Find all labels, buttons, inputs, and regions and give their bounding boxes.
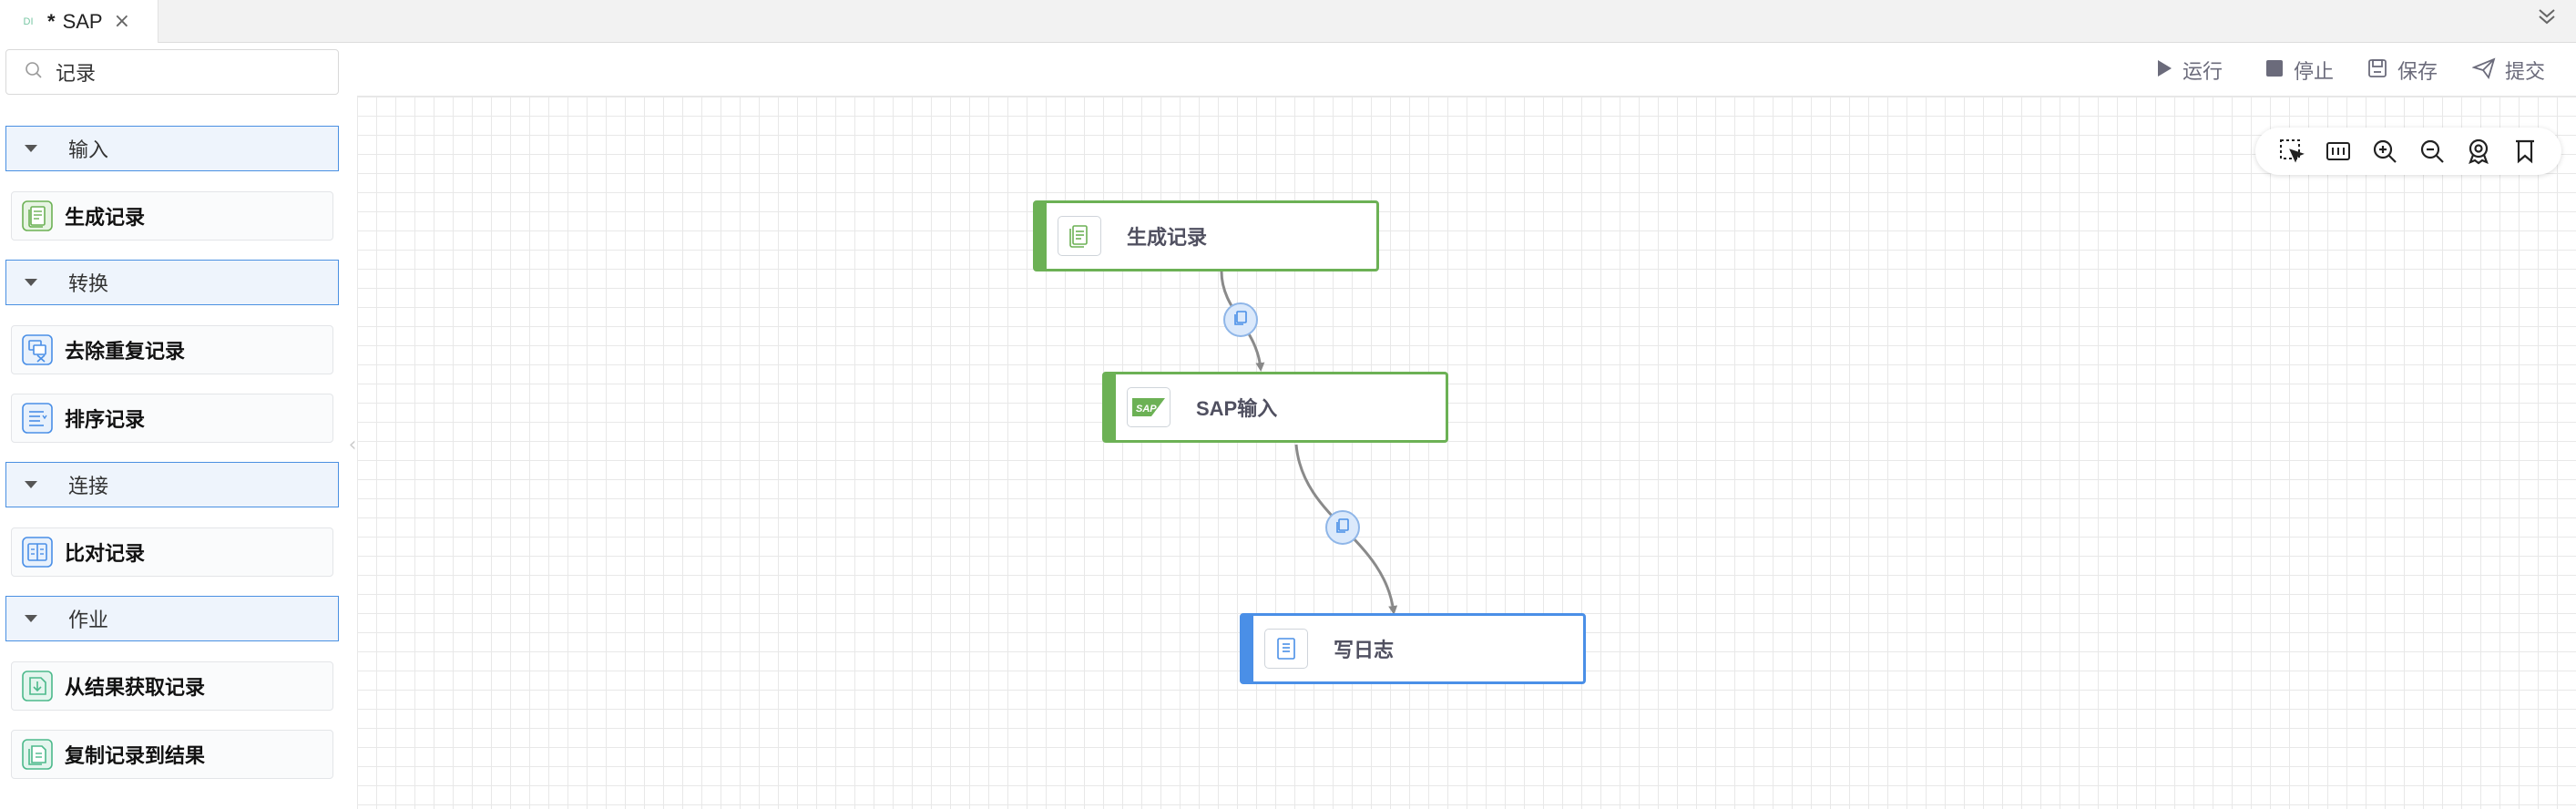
generate-records-icon — [1058, 216, 1101, 256]
node-label: 写日志 — [1334, 639, 1395, 661]
bookmark-icon[interactable] — [2508, 134, 2542, 169]
caret-down-icon — [25, 615, 37, 622]
stop-button[interactable]: 停止 — [2264, 53, 2334, 87]
get-records-from-result-icon — [19, 670, 56, 702]
generate-records-icon — [19, 200, 56, 232]
stop-label: 停止 — [2294, 61, 2335, 84]
close-icon[interactable]: × — [114, 10, 130, 33]
chevron-left-icon: ‹ — [348, 433, 357, 456]
search-box[interactable] — [5, 49, 339, 95]
node-label: SAP输入 — [1196, 397, 1278, 420]
zoom-in-icon[interactable] — [2367, 134, 2402, 169]
palette-item-remove-duplicates[interactable]: 去除重复记录 — [11, 325, 333, 374]
select-icon[interactable] — [2274, 134, 2309, 169]
node-generate-records[interactable]: 生成记录 — [1033, 200, 1379, 271]
tab-bar: DI * SAP × — [0, 0, 2576, 43]
double-chevron-down-icon[interactable] — [2534, 4, 2560, 33]
caret-down-icon — [25, 145, 37, 152]
palette-item-label: 比对记录 — [65, 543, 146, 566]
node-sap-input[interactable]: SAP SAP输入 — [1102, 372, 1448, 443]
write-log-icon — [1264, 629, 1308, 669]
search-input[interactable] — [56, 60, 320, 84]
hop-copy-toggle[interactable] — [1325, 510, 1360, 545]
hop-copy-toggle[interactable] — [1223, 302, 1258, 337]
category-transform[interactable]: 转换 — [5, 260, 339, 305]
send-icon — [2471, 57, 2496, 83]
transformation-file-icon: DI — [23, 15, 34, 27]
category-label: 作业 — [68, 609, 109, 632]
copy-icon — [1334, 517, 1352, 538]
category-job[interactable]: 作业 — [5, 596, 339, 641]
locate-icon[interactable] — [2461, 134, 2496, 169]
palette-item-copy-records-to-result[interactable]: 复制记录到结果 — [11, 730, 333, 779]
category-label: 输入 — [68, 139, 109, 162]
save-button[interactable]: 保存 — [2366, 53, 2438, 87]
node-write-log[interactable]: 写日志 — [1240, 613, 1586, 684]
play-icon — [2155, 58, 2173, 82]
tab-modified-marker: * — [47, 9, 56, 33]
save-label: 保存 — [2397, 61, 2438, 84]
palette-item-label: 去除重复记录 — [65, 341, 186, 364]
palette-item-compare-records[interactable]: 比对记录 — [11, 527, 333, 577]
category-label: 连接 — [68, 476, 109, 498]
fit-icon[interactable] — [2321, 134, 2356, 169]
category-input[interactable]: 输入 — [5, 126, 339, 171]
svg-text:SAP: SAP — [1136, 404, 1157, 415]
node-label: 生成记录 — [1127, 226, 1208, 249]
caret-down-icon — [25, 279, 37, 286]
tab-sap[interactable]: DI * SAP × — [0, 0, 158, 43]
submit-button[interactable]: 提交 — [2471, 53, 2546, 87]
copy-records-to-result-icon — [19, 738, 56, 771]
palette-item-label: 排序记录 — [65, 409, 146, 432]
palette-item-label: 生成记录 — [65, 207, 146, 230]
run-button[interactable]: 运行 — [2155, 53, 2223, 87]
editor-toolbar: 运行 停止 保存 提交 — [357, 44, 2576, 97]
category-join[interactable]: 连接 — [5, 462, 339, 507]
sort-records-icon — [19, 402, 56, 435]
zoom-out-icon[interactable] — [2415, 134, 2449, 169]
submit-label: 提交 — [2505, 61, 2546, 84]
sap-logo-icon: SAP — [1127, 387, 1170, 427]
canvas-toolbar — [2255, 128, 2561, 175]
palette-item-generate-records[interactable]: 生成记录 — [11, 191, 333, 241]
palette-item-label: 复制记录到结果 — [65, 745, 206, 768]
workflow-canvas[interactable] — [357, 97, 2576, 809]
palette-item-label: 从结果获取记录 — [65, 677, 206, 700]
search-icon — [25, 61, 43, 83]
caret-down-icon — [25, 481, 37, 488]
tab-title: SAP — [62, 9, 103, 33]
palette-item-sort-records[interactable]: 排序记录 — [11, 394, 333, 443]
palette-item-get-records-from-result[interactable]: 从结果获取记录 — [11, 661, 333, 711]
remove-duplicates-icon — [19, 333, 56, 366]
save-icon — [2366, 57, 2388, 83]
category-label: 转换 — [68, 273, 109, 296]
compare-records-icon — [19, 536, 56, 568]
run-label: 运行 — [2182, 61, 2223, 84]
step-palette-sidebar: 输入 生成记录 转换 去除重复记录 — [0, 44, 363, 809]
stop-icon — [2264, 58, 2285, 82]
copy-icon — [1232, 309, 1250, 331]
